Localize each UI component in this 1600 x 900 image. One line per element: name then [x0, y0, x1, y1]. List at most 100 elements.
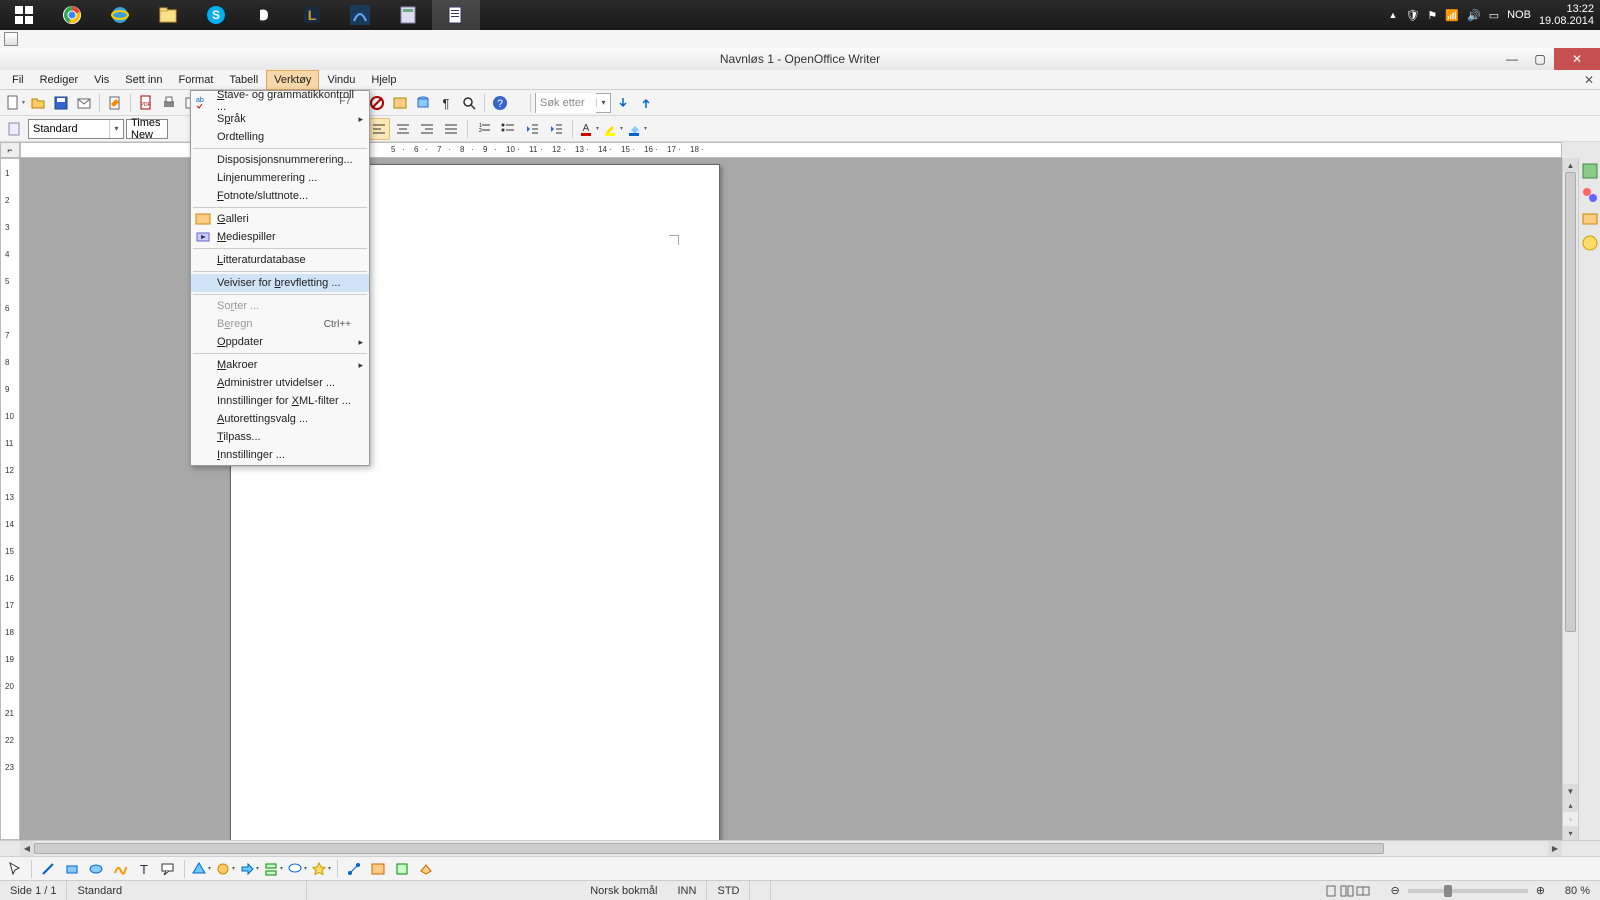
align-justify-button[interactable]	[440, 118, 462, 140]
search-down-button[interactable]	[612, 92, 634, 114]
view-buttons[interactable]	[1314, 881, 1380, 900]
help-button[interactable]: ?	[489, 92, 511, 114]
print-button[interactable]	[158, 92, 180, 114]
background-color-button[interactable]	[626, 118, 648, 140]
fontwork-tool[interactable]	[367, 858, 389, 880]
view-book-icon[interactable]	[1356, 884, 1370, 898]
zoom-button[interactable]	[458, 92, 480, 114]
tray-volume-icon[interactable]: 🔊	[1467, 9, 1481, 22]
arrow-shapes-tool[interactable]	[238, 858, 260, 880]
menu-item[interactable]: Innstillinger ...	[191, 446, 369, 464]
menu-settinn[interactable]: Sett inn	[117, 70, 170, 90]
menu-item[interactable]: Makroer▸	[191, 356, 369, 374]
callout-shapes-tool[interactable]	[286, 858, 308, 880]
zoom-control[interactable]: ⊖ ⊕	[1380, 881, 1554, 900]
search-input[interactable]: Søk etter	[536, 93, 596, 113]
task-chrome[interactable]	[48, 0, 96, 30]
menu-item[interactable]: abStave- og grammatikkontroll ...F7	[191, 92, 369, 110]
freeform-tool[interactable]	[109, 858, 131, 880]
menu-rediger[interactable]: Rediger	[32, 70, 87, 90]
paragraph-style-combo[interactable]: Standard▾	[28, 119, 124, 139]
menu-item[interactable]: Oppdater▸	[191, 333, 369, 351]
numbered-list-button[interactable]: 12	[473, 118, 495, 140]
status-page[interactable]: Side 1 / 1	[0, 881, 67, 900]
align-left-button[interactable]	[368, 118, 390, 140]
task-app-swirl[interactable]	[336, 0, 384, 30]
menu-item[interactable]: Språk▸	[191, 110, 369, 128]
title-bar[interactable]: Navnløs 1 - OpenOffice Writer — ▢ ✕	[0, 48, 1600, 70]
sidebar-properties-icon[interactable]	[1581, 162, 1599, 180]
maximize-button[interactable]: ▢	[1526, 48, 1554, 70]
styles-window-button[interactable]	[4, 118, 26, 140]
zoom-value[interactable]: 80 %	[1555, 881, 1600, 900]
prev-page-button[interactable]: ▴	[1563, 798, 1578, 812]
task-app-b[interactable]	[240, 0, 288, 30]
close-button[interactable]: ✕	[1554, 48, 1600, 70]
select-tool[interactable]	[4, 858, 26, 880]
highlight-button[interactable]	[602, 118, 624, 140]
menu-item[interactable]: Litteraturdatabase	[191, 251, 369, 269]
decrease-indent-button[interactable]	[521, 118, 543, 140]
menu-item[interactable]: Autorettingsvalg ...	[191, 410, 369, 428]
font-name-combo[interactable]: Times New	[126, 119, 168, 139]
minimize-button[interactable]: —	[1498, 48, 1526, 70]
status-selmode[interactable]: STD	[707, 881, 750, 900]
tray-flag-icon[interactable]: ⚑	[1427, 9, 1437, 22]
tray-battery-icon[interactable]: ▭	[1489, 9, 1499, 22]
nonprinting-button[interactable]: ¶	[435, 92, 457, 114]
nav-button[interactable]: ◦	[1563, 812, 1578, 826]
menu-vindu[interactable]: Vindu	[319, 70, 363, 90]
menu-item[interactable]: Tilpass...	[191, 428, 369, 446]
line-tool[interactable]	[37, 858, 59, 880]
task-ie[interactable]	[96, 0, 144, 30]
scroll-up-button[interactable]: ▲	[1563, 158, 1578, 172]
search-up-button[interactable]	[635, 92, 657, 114]
status-style[interactable]: Standard	[67, 881, 307, 900]
sidebar-navigator-icon[interactable]	[1581, 234, 1599, 252]
menu-item[interactable]: Ordtelling	[191, 128, 369, 146]
ellipse-tool[interactable]	[85, 858, 107, 880]
scroll-thumb[interactable]	[1565, 172, 1576, 632]
font-color-button[interactable]: A	[578, 118, 600, 140]
zoom-out-icon[interactable]: ⊖	[1390, 884, 1399, 897]
horizontal-scrollbar[interactable]: ◀ ▶	[20, 841, 1562, 856]
tray-shield-icon[interactable]: 🛡	[1405, 9, 1419, 22]
align-right-button[interactable]	[416, 118, 438, 140]
vertical-ruler[interactable]: 1234567891011121314151617181920212223	[0, 158, 20, 840]
zoom-in-icon[interactable]: ⊕	[1536, 884, 1545, 897]
menu-item[interactable]: Disposisjonsnummerering...	[191, 151, 369, 169]
export-pdf-button[interactable]: PDF	[135, 92, 157, 114]
menu-vis[interactable]: Vis	[86, 70, 117, 90]
menu-item[interactable]: Innstillinger for XML-filter ...	[191, 392, 369, 410]
zoom-slider[interactable]	[1408, 889, 1528, 893]
menu-item[interactable]: Fotnote/sluttnote...	[191, 187, 369, 205]
menu-item[interactable]: Veiviser for brevfletting ...	[191, 274, 369, 292]
sidebar-gallery-icon[interactable]	[1581, 210, 1599, 228]
tray-chevron-icon[interactable]: ▲	[1389, 10, 1398, 20]
bullet-list-button[interactable]	[497, 118, 519, 140]
task-lol[interactable]: L	[288, 0, 336, 30]
scroll-left-button[interactable]: ◀	[20, 841, 34, 856]
flowchart-tool[interactable]	[262, 858, 284, 880]
next-page-button[interactable]: ▾	[1563, 826, 1578, 840]
email-button[interactable]	[73, 92, 95, 114]
menu-hjelp[interactable]: Hjelp	[363, 70, 404, 90]
status-sig[interactable]	[750, 881, 771, 900]
points-tool[interactable]	[343, 858, 365, 880]
language-indicator[interactable]: NOB	[1507, 9, 1531, 21]
scroll-right-button[interactable]: ▶	[1548, 841, 1562, 856]
clock[interactable]: 13:22 19.08.2014	[1539, 3, 1594, 27]
datasources-button[interactable]	[412, 92, 434, 114]
edit-doc-button[interactable]	[104, 92, 126, 114]
hscroll-thumb[interactable]	[34, 843, 1384, 854]
vertical-scrollbar[interactable]: ▲ ▼ ▴ ◦ ▾	[1562, 158, 1578, 840]
increase-indent-button[interactable]	[545, 118, 567, 140]
start-button[interactable]	[0, 0, 48, 30]
basic-shapes-tool[interactable]	[190, 858, 212, 880]
task-writer[interactable]	[432, 0, 480, 30]
task-skype[interactable]: S	[192, 0, 240, 30]
task-explorer[interactable]	[144, 0, 192, 30]
new-button[interactable]	[4, 92, 26, 114]
rectangle-tool[interactable]	[61, 858, 83, 880]
menu-fil[interactable]: Fil	[4, 70, 32, 90]
